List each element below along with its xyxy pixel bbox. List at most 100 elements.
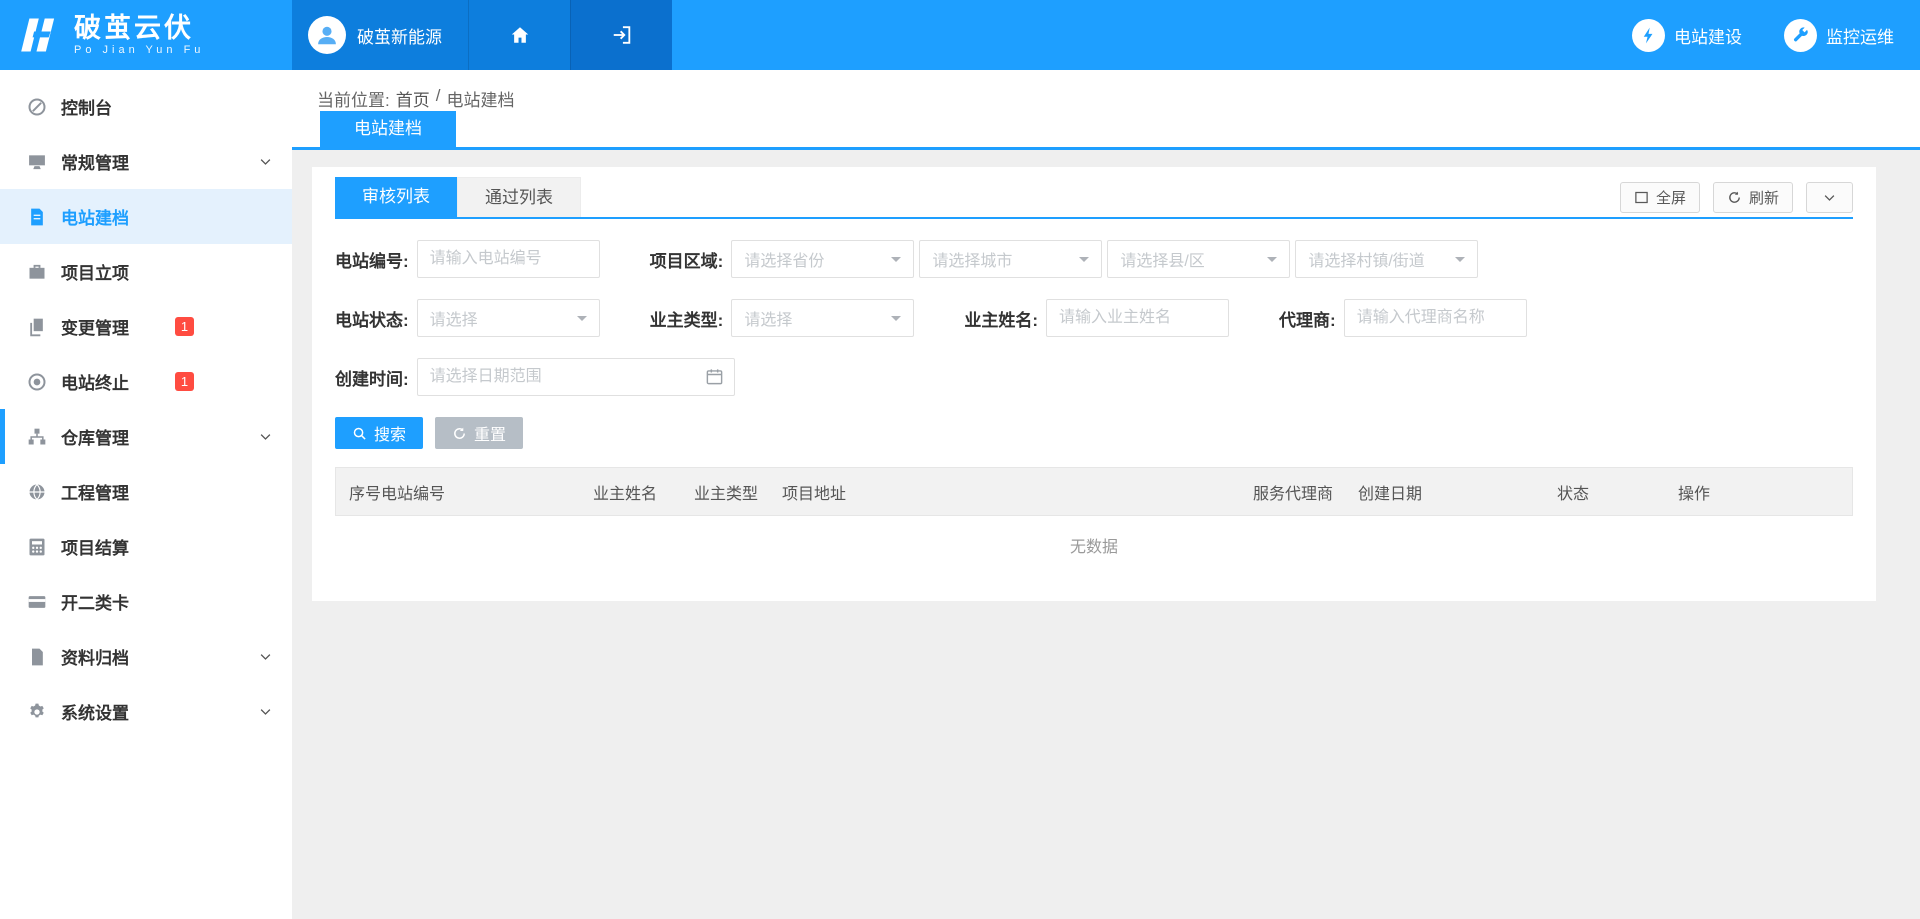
owner-type-select[interactable]: 请选择 <box>731 299 914 337</box>
field-station-no: 电站编号: <box>335 240 600 278</box>
sitemap-icon <box>27 427 47 447</box>
reset-button[interactable]: 重置 <box>435 417 523 449</box>
document-icon <box>27 207 47 227</box>
calendar-icon <box>705 367 724 386</box>
header-user-area: 破茧新能源 <box>292 0 672 70</box>
archive-icon <box>27 647 47 667</box>
col-actions: 操作 <box>1678 480 1852 504</box>
region-label: 项目区域: <box>650 247 724 272</box>
city-select[interactable]: 请选择城市 <box>919 240 1102 278</box>
agent-input[interactable] <box>1344 299 1527 337</box>
owner-name-input[interactable] <box>1046 299 1229 337</box>
chevron-down-icon <box>258 704 273 719</box>
fullscreen-icon <box>1634 190 1649 205</box>
tab-review-list[interactable]: 审核列表 <box>335 177 457 217</box>
stop-icon <box>27 372 47 392</box>
col-created-date: 创建日期 <box>1358 480 1557 504</box>
lightning-icon <box>1632 19 1665 52</box>
village-select[interactable]: 请选择村镇/街道 <box>1295 240 1478 278</box>
owner-type-label: 业主类型: <box>650 306 724 331</box>
province-placeholder: 请选择省份 <box>744 247 824 271</box>
station-status-label: 电站状态: <box>335 306 409 331</box>
panel-tools: 全屏 刷新 <box>1620 182 1853 213</box>
sidebar-item-label: 仓库管理 <box>61 424 129 449</box>
col-owner-name: 业主姓名 <box>593 480 694 504</box>
col-station-no: 电站编号 <box>381 480 593 504</box>
fullscreen-button[interactable]: 全屏 <box>1620 182 1700 213</box>
region-selects: 请选择省份 请选择城市 请选择县/区 请选择村镇/街道 <box>731 240 1478 278</box>
refresh-icon <box>452 426 467 441</box>
sidebar-item-project-settlement[interactable]: 项目结算 <box>0 519 292 574</box>
sidebar-item-label: 常规管理 <box>61 149 129 174</box>
breadcrumb-bar: 当前位置: 首页 / 电站建档 电站建档 <box>292 70 1920 150</box>
sidebar-item-change-management[interactable]: 变更管理 1 <box>0 299 292 354</box>
sidebar-item-label: 资料归档 <box>61 644 129 669</box>
nav-label: 监控运维 <box>1826 23 1894 48</box>
refresh-label: 刷新 <box>1749 187 1779 208</box>
station-no-input[interactable] <box>417 240 600 278</box>
sidebar-item-engineering-management[interactable]: 工程管理 <box>0 464 292 519</box>
home-button[interactable] <box>468 0 570 70</box>
breadcrumb-current: 电站建档 <box>446 86 514 111</box>
agent-label: 代理商: <box>1279 306 1336 331</box>
station-filing-panel: 审核列表 通过列表 全屏 刷新 <box>312 167 1876 601</box>
search-button[interactable]: 搜索 <box>335 417 423 449</box>
header-right-nav: 电站建设 监控运维 <box>1632 0 1920 70</box>
col-project-address: 项目地址 <box>782 480 1253 504</box>
chevron-down-icon <box>1822 190 1837 205</box>
field-owner-type: 业主类型: 请选择 <box>650 299 915 337</box>
sidebar-item-general-management[interactable]: 常规管理 <box>0 134 292 189</box>
date-range-input[interactable] <box>417 358 735 396</box>
login-icon <box>611 24 633 46</box>
monitor-icon <box>27 152 47 172</box>
sidebar-item-project-initiation[interactable]: 项目立项 <box>0 244 292 299</box>
station-status-select[interactable]: 请选择 <box>417 299 600 337</box>
sidebar-item-station-filing[interactable]: 电站建档 <box>0 189 292 244</box>
user-menu[interactable]: 破茧新能源 <box>292 0 468 70</box>
county-placeholder: 请选择县/区 <box>1120 247 1204 271</box>
filter-actions: 搜索 重置 <box>335 417 1853 449</box>
main-area: 当前位置: 首页 / 电站建档 电站建档 审核列表 通过列表 全屏 <box>292 70 1920 919</box>
chevron-down-icon <box>258 154 273 169</box>
nav-monitoring-ops[interactable]: 监控运维 <box>1784 19 1894 52</box>
copy-icon <box>27 317 47 337</box>
owner-type-placeholder: 请选择 <box>744 306 792 330</box>
calculator-icon <box>27 537 47 557</box>
brand-logo: 破茧云伏 Po Jian Yun Fu <box>0 0 292 70</box>
collapse-button[interactable] <box>1806 182 1853 213</box>
sidebar-item-system-settings[interactable]: 系统设置 <box>0 684 292 739</box>
sidebar-item-label: 项目结算 <box>61 534 129 559</box>
briefcase-icon <box>27 262 47 282</box>
breadcrumb-home-link[interactable]: 首页 <box>396 86 430 111</box>
sidebar-item-label: 工程管理 <box>61 479 129 504</box>
search-icon <box>352 426 367 441</box>
date-range-box <box>417 358 735 396</box>
breadcrumb-prefix: 当前位置: <box>317 86 390 111</box>
user-icon <box>314 22 340 48</box>
tab-passed-list[interactable]: 通过列表 <box>457 177 581 217</box>
brand-text: 破茧云伏 Po Jian Yun Fu <box>74 14 204 56</box>
sidebar-item-warehouse-management[interactable]: 仓库管理 <box>0 409 292 464</box>
home-icon <box>509 24 531 46</box>
wrench-icon <box>1784 19 1817 52</box>
sidebar-item-data-archiving[interactable]: 资料归档 <box>0 629 292 684</box>
chevron-down-icon <box>258 429 273 444</box>
top-header: 破茧云伏 Po Jian Yun Fu 破茧新能源 <box>0 0 1920 70</box>
village-placeholder: 请选择村镇/街道 <box>1308 247 1424 271</box>
search-label: 搜索 <box>374 421 406 445</box>
sidebar-item-open-type2-card[interactable]: 开二类卡 <box>0 574 292 629</box>
logout-button[interactable] <box>570 0 672 70</box>
city-placeholder: 请选择城市 <box>932 247 1012 271</box>
panel-tabs-row: 审核列表 通过列表 全屏 刷新 <box>335 177 1853 219</box>
sidebar-item-console[interactable]: 控制台 <box>0 79 292 134</box>
sidebar-item-station-termination[interactable]: 电站终止 1 <box>0 354 292 409</box>
refresh-button[interactable]: 刷新 <box>1713 182 1793 213</box>
nav-station-construction[interactable]: 电站建设 <box>1632 19 1742 52</box>
status-badge: 1 <box>175 372 194 391</box>
county-select[interactable]: 请选择县/区 <box>1107 240 1290 278</box>
province-select[interactable]: 请选择省份 <box>731 240 914 278</box>
col-service-agent: 服务代理商 <box>1253 480 1358 504</box>
reset-label: 重置 <box>474 421 506 445</box>
field-agent: 代理商: <box>1279 299 1527 337</box>
page-tab-station-filing[interactable]: 电站建档 <box>320 111 456 147</box>
